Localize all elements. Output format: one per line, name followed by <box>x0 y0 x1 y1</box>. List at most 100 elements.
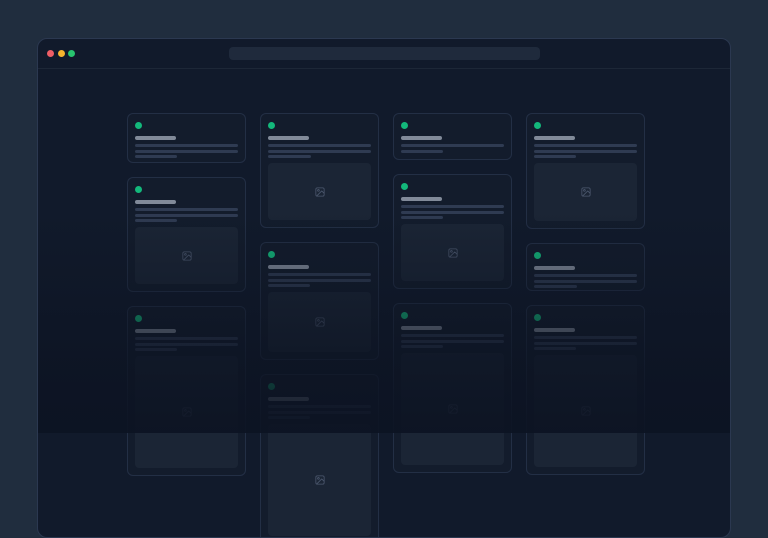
image-placeholder <box>268 292 371 352</box>
image-placeholder <box>534 355 637 467</box>
card-text-placeholder <box>534 144 637 158</box>
text-line-placeholder <box>401 340 504 343</box>
text-line-placeholder <box>534 347 576 350</box>
text-line-placeholder <box>135 208 238 211</box>
text-line-placeholder <box>401 345 443 348</box>
image-placeholder <box>268 424 371 536</box>
feed-card[interactable] <box>526 305 645 475</box>
card-title-placeholder <box>135 200 176 204</box>
text-line-placeholder <box>268 411 371 414</box>
text-line-placeholder <box>534 336 637 339</box>
status-dot-icon <box>401 122 408 129</box>
image-icon <box>315 475 325 485</box>
card-title-placeholder <box>401 326 442 330</box>
status-dot-icon <box>534 252 541 259</box>
text-line-placeholder <box>268 405 371 408</box>
feed-card[interactable] <box>393 303 512 473</box>
feed-card[interactable] <box>260 113 379 228</box>
card-title-placeholder <box>268 265 309 269</box>
text-line-placeholder <box>534 342 637 345</box>
card-text-placeholder <box>401 334 504 348</box>
url-bar[interactable] <box>229 47 540 60</box>
text-line-placeholder <box>135 343 238 346</box>
status-dot-icon <box>268 122 275 129</box>
text-line-placeholder <box>401 211 504 214</box>
feed-card[interactable] <box>260 374 379 538</box>
image-icon <box>182 407 192 417</box>
feed-card[interactable] <box>127 113 246 163</box>
card-text-placeholder <box>135 337 238 351</box>
close-button-icon[interactable] <box>47 50 54 57</box>
card-text-placeholder <box>135 144 238 158</box>
text-line-placeholder <box>534 155 576 158</box>
card-title-placeholder <box>534 328 575 332</box>
status-dot-icon <box>135 315 142 322</box>
text-line-placeholder <box>401 216 443 219</box>
text-line-placeholder <box>534 280 637 283</box>
text-line-placeholder <box>534 150 637 153</box>
card-title-placeholder <box>135 329 176 333</box>
feed-card[interactable] <box>127 306 246 476</box>
card-title-placeholder <box>135 136 176 140</box>
text-line-placeholder <box>401 150 443 153</box>
feed-card[interactable] <box>526 113 645 229</box>
text-line-placeholder <box>534 285 577 288</box>
text-line-placeholder <box>401 205 504 208</box>
text-line-placeholder <box>135 337 238 340</box>
image-icon <box>581 406 591 416</box>
image-placeholder <box>135 227 238 284</box>
status-dot-icon <box>534 122 541 129</box>
minimize-button-icon[interactable] <box>58 50 65 57</box>
card-text-placeholder <box>268 405 371 419</box>
image-icon <box>448 248 458 258</box>
feed-card[interactable] <box>260 242 379 360</box>
browser-titlebar <box>38 39 730 69</box>
text-line-placeholder <box>135 214 238 217</box>
card-text-placeholder <box>135 208 238 222</box>
card-title-placeholder <box>534 266 575 270</box>
text-line-placeholder <box>268 144 371 147</box>
image-placeholder <box>135 356 238 468</box>
image-icon <box>315 317 325 327</box>
card-column <box>127 113 246 538</box>
image-icon <box>581 187 591 197</box>
text-line-placeholder <box>268 279 371 282</box>
status-dot-icon <box>401 183 408 190</box>
status-dot-icon <box>401 312 408 319</box>
card-column <box>260 113 379 538</box>
image-placeholder <box>268 163 371 220</box>
image-placeholder <box>534 163 637 221</box>
text-line-placeholder <box>268 284 310 287</box>
feed-card[interactable] <box>526 243 645 291</box>
card-text-placeholder <box>268 273 371 287</box>
status-dot-icon <box>268 251 275 258</box>
status-dot-icon <box>135 186 142 193</box>
image-placeholder <box>401 224 504 281</box>
card-text-placeholder <box>534 336 637 350</box>
card-title-placeholder <box>534 136 575 140</box>
text-line-placeholder <box>401 144 504 147</box>
feed-card[interactable] <box>393 174 512 289</box>
text-line-placeholder <box>534 144 637 147</box>
text-line-placeholder <box>268 150 371 153</box>
card-text-placeholder <box>534 274 637 288</box>
text-line-placeholder <box>135 144 238 147</box>
card-text-placeholder <box>268 144 371 158</box>
feed-card[interactable] <box>127 177 246 292</box>
text-line-placeholder <box>268 155 311 158</box>
text-line-placeholder <box>135 348 177 351</box>
card-title-placeholder <box>268 397 309 401</box>
status-dot-icon <box>135 122 142 129</box>
feed-card[interactable] <box>393 113 512 160</box>
card-title-placeholder <box>401 136 442 140</box>
traffic-lights <box>47 39 75 68</box>
card-board <box>127 113 645 538</box>
maximize-button-icon[interactable] <box>68 50 75 57</box>
text-line-placeholder <box>135 150 238 153</box>
image-icon <box>315 187 325 197</box>
card-column <box>393 113 512 538</box>
text-line-placeholder <box>135 219 177 222</box>
text-line-placeholder <box>401 334 504 337</box>
status-dot-icon <box>268 383 275 390</box>
card-text-placeholder <box>401 144 504 153</box>
